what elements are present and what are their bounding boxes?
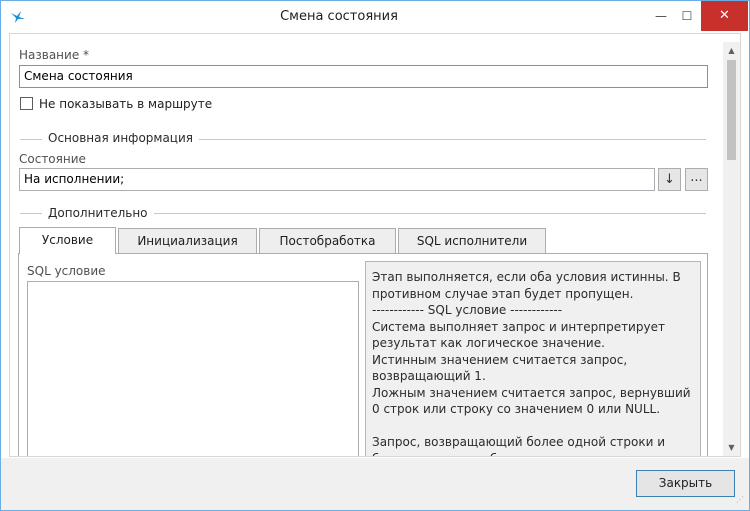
resize-grip-icon[interactable]: ⋰: [736, 496, 746, 507]
tab-postprocessing[interactable]: Постобработка: [259, 228, 396, 253]
tab-sql-executors[interactable]: SQL исполнители: [398, 228, 546, 253]
form-content: Название * Смена состояния Не показывать…: [9, 33, 741, 457]
close-window-button[interactable]: ✕: [701, 1, 748, 31]
hide-in-route-label[interactable]: Не показывать в маршруте: [39, 97, 212, 111]
state-select-button[interactable]: ↓: [658, 168, 681, 191]
title-bar[interactable]: Смена состояния — ☐ ✕: [1, 1, 749, 33]
chevron-down-icon[interactable]: ▼: [723, 439, 740, 456]
main-group-title: Основная информация: [42, 131, 199, 145]
window-title: Смена состояния: [280, 9, 398, 24]
state-input[interactable]: На исполнении;: [19, 168, 655, 191]
close-button[interactable]: Закрыть: [636, 470, 735, 497]
tab-condition[interactable]: Условие: [19, 227, 116, 254]
condition-tab-panel: SQL условие Этап выполняется, если оба у…: [18, 253, 708, 456]
tab-control: Условие Инициализация Постобработка SQL …: [18, 227, 708, 456]
chevron-up-icon[interactable]: ▲: [723, 42, 740, 59]
dialog-footer: Закрыть ⋰: [1, 458, 749, 510]
state-label: Состояние: [19, 152, 86, 166]
state-more-button[interactable]: ...: [685, 168, 708, 191]
maximize-button[interactable]: ☐: [673, 1, 701, 31]
sql-condition-input[interactable]: [27, 281, 359, 456]
name-label: Название *: [19, 48, 90, 62]
scrollbar-thumb[interactable]: [727, 60, 736, 160]
name-input[interactable]: Смена состояния: [19, 65, 708, 88]
condition-help-text: Этап выполняется, если оба условия истин…: [365, 261, 701, 456]
hide-in-route-checkbox[interactable]: [20, 97, 33, 110]
extra-group-title: Дополнительно: [42, 206, 154, 220]
dialog-window: Смена состояния — ☐ ✕ Название * Смена с…: [0, 0, 750, 511]
sql-condition-label: SQL условие: [27, 264, 106, 278]
vertical-scrollbar[interactable]: ▲ ▼: [723, 42, 740, 456]
minimize-button[interactable]: —: [647, 1, 675, 31]
tab-initialization[interactable]: Инициализация: [118, 228, 257, 253]
